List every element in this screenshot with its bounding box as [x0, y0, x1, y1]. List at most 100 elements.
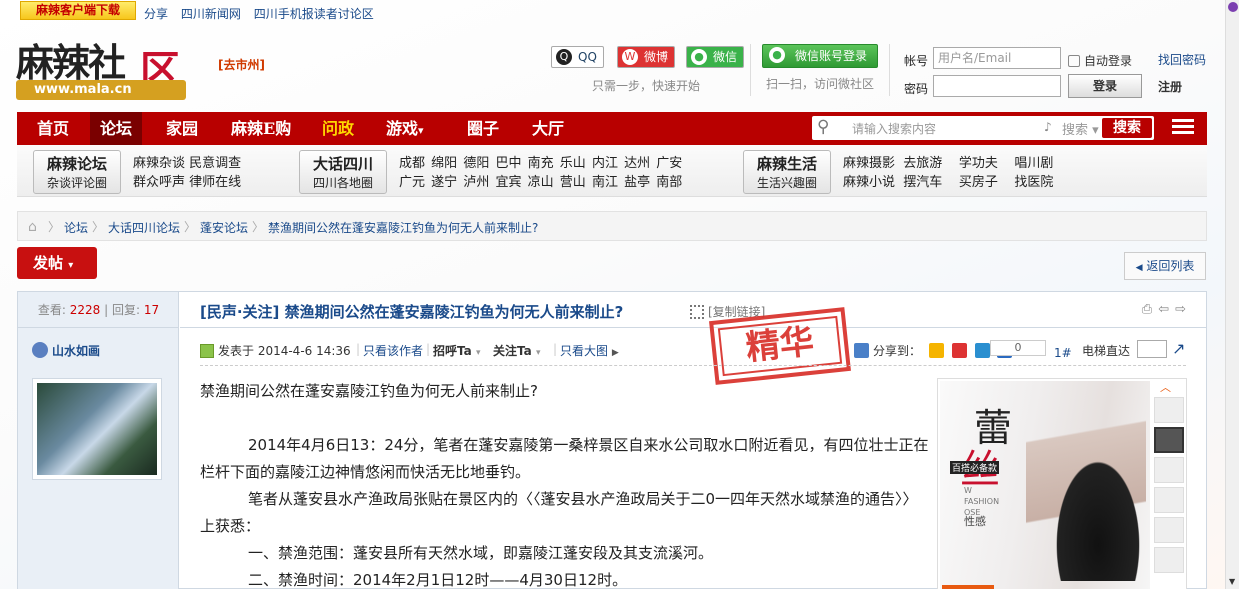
menu-icon[interactable] [1172, 119, 1194, 137]
sub-link[interactable]: 麻辣杂谈 民意调查 [133, 152, 241, 171]
city-links-row2[interactable]: 广元 遂宁 泸州 宜宾 凉山 营山 南江 盐亭 南部 [399, 171, 682, 190]
next-thread-icon[interactable]: ⇨ [1175, 302, 1192, 317]
floor-number[interactable]: 1# [1054, 346, 1072, 360]
cat-mala-life[interactable]: 麻辣生活 生活兴趣圈 [743, 150, 831, 194]
online-status-icon [200, 344, 214, 358]
nav-circles[interactable]: 圈子 [457, 112, 509, 145]
previous-thread-icon[interactable]: ⇦ [1158, 302, 1175, 317]
weixin-login-button[interactable]: ● 微信 [686, 46, 745, 68]
top-strip: 麻辣客户端下载 分享 四川新闻网 四川手机报读者讨论区 [0, 0, 1225, 24]
site-logo[interactable]: 麻辣社 区 www.mala.cn [16, 32, 188, 104]
ad-caption: 性感 [964, 515, 986, 528]
find-password-link[interactable]: 找回密码 [1158, 51, 1206, 68]
register-link[interactable]: 注册 [1158, 78, 1182, 95]
follow-button[interactable]: 关注Ta ▾ [493, 342, 540, 359]
author-name[interactable]: 山水如画 [32, 342, 100, 359]
city-switch-link[interactable]: [去市州] [218, 56, 265, 73]
qr-code-icon [690, 305, 704, 319]
ad-thumbnails [1152, 393, 1186, 589]
breadcrumb-current[interactable]: 禁渔期间公然在蓬安嘉陵江钓鱼为何无人前来制止? [268, 219, 538, 236]
account-input[interactable]: 用户名/Email [933, 47, 1061, 69]
checkbox-icon[interactable] [1068, 55, 1080, 67]
avatar-image [37, 383, 157, 475]
auto-login-label: 自动登录 [1084, 54, 1133, 68]
ad-thumbnail[interactable] [1154, 457, 1184, 483]
ad-thumbnail[interactable] [1154, 547, 1184, 573]
search-type-select[interactable]: 搜索 ▾ [1062, 119, 1099, 138]
search-box[interactable]: ⚲ 请输入搜索内容 ♪ 搜索 ▾ 搜索 [812, 116, 1154, 140]
back-to-list-button[interactable]: ◀ 返回列表 [1124, 252, 1206, 280]
big-image-link[interactable]: 只看大图 ▶ [560, 342, 619, 359]
client-download-button[interactable]: 麻辣客户端下载 [20, 1, 136, 20]
weibo-login-button[interactable]: W 微博 [617, 46, 676, 68]
account-label: 帐号 [904, 54, 929, 68]
thread-title[interactable]: [民声·关注] 禁渔期间公然在蓬安嘉陵江钓鱼为何无人前来制止? [200, 301, 623, 322]
ad-image[interactable]: 蕾 丝 百搭必备款 W FASHION OSE 性感 [940, 381, 1150, 589]
plus-icon [854, 343, 869, 358]
ad-thumbnail[interactable] [1154, 397, 1184, 423]
nav-eshop[interactable]: 麻辣E购 [221, 112, 301, 145]
scnews-link[interactable]: 四川新闻网 [181, 7, 241, 21]
qq-login-button[interactable]: Q QQ [551, 46, 604, 68]
chevron-left-icon: ◀ [1135, 263, 1143, 273]
cat-title: 麻辣论坛 [46, 155, 107, 173]
elevator-go-icon[interactable]: ↗ [1172, 339, 1185, 358]
password-input[interactable] [933, 75, 1061, 97]
cat-dahua-sichuan[interactable]: 大话四川 四川各地圈 [299, 150, 387, 194]
post-paragraph: 2014年4月6日13：24分，笔者在蓬安嘉陵第一桑梓景区自来水公司取水口附近看… [200, 436, 929, 481]
breadcrumb-separator: 〉 [184, 220, 197, 234]
qq-label: QQ [578, 50, 597, 64]
weixin-label: 微信 [713, 50, 738, 64]
avatar[interactable] [32, 378, 162, 480]
search-button[interactable]: 搜索 [1102, 118, 1152, 138]
auto-login-checkbox[interactable]: 自动登录 [1068, 52, 1132, 69]
views-count: 2228 [69, 303, 101, 317]
scroll-thumb[interactable] [1228, 2, 1238, 12]
nav-home-space[interactable]: 家园 [156, 112, 208, 145]
ad-thumbnail[interactable] [1154, 517, 1184, 543]
replies-count: 17 [143, 303, 160, 317]
sub-link[interactable]: 麻辣摄影 去旅游 学功夫 唱川剧 [843, 152, 1053, 171]
mobile-reader-link[interactable]: 四川手机报读者讨论区 [254, 7, 374, 21]
ad-thumbnail[interactable] [1154, 487, 1184, 513]
user-icon [32, 342, 48, 358]
only-author-link[interactable]: 只看该作者 [363, 342, 423, 359]
post-paragraph: 笔者从蓬安县水产渔政局张贴在景区内的〈〈蓬安县水产渔政局关于二0一四年天然水域禁… [200, 490, 918, 535]
sub-link[interactable]: 群众呼声 律师在线 [133, 171, 241, 190]
nav-games[interactable]: 游戏▾ [376, 112, 434, 145]
nav-games-label: 游戏 [386, 119, 419, 138]
search-input[interactable]: 请输入搜索内容 [852, 120, 936, 137]
breadcrumb-forum[interactable]: 论坛 [64, 219, 88, 236]
login-button[interactable]: 登录 [1068, 74, 1142, 98]
cat-mala-forum[interactable]: 麻辣论坛 杂谈评论圈 [33, 150, 121, 194]
divider [889, 44, 890, 96]
home-icon[interactable]: ⌂ [28, 219, 44, 235]
greet-button[interactable]: 招呼Ta ▾ [433, 342, 480, 359]
elevator-label: 电梯直达 [1082, 344, 1131, 358]
weibo-share-icon[interactable] [951, 343, 967, 358]
city-links-row1[interactable]: 成都 绵阳 德阳 巴中 南充 乐山 内江 达州 广安 [399, 152, 682, 171]
elevator-input[interactable] [1137, 340, 1167, 358]
wechat-account-login-button[interactable]: ● 微信账号登录 [762, 44, 878, 68]
ad-thumbnail-selected[interactable] [1154, 427, 1184, 453]
vertical-scrollbar[interactable]: ▼ [1225, 0, 1239, 589]
share-link[interactable]: 分享 [144, 7, 168, 21]
microphone-icon[interactable]: ♪ [1044, 120, 1052, 134]
breadcrumb-dahua[interactable]: 大话四川论坛 [108, 219, 180, 236]
cat-title: 麻辣生活 [756, 155, 817, 173]
new-post-button[interactable]: 发帖 ▾ [17, 247, 97, 279]
nav-wenzheng[interactable]: 问政 [312, 112, 364, 145]
ad-banner[interactable]: 蕾 丝 百搭必备款 W FASHION OSE 性感 ︿ [937, 378, 1187, 589]
password-label: 密码 [904, 82, 929, 96]
qzone-icon[interactable] [928, 343, 944, 358]
sub-link[interactable]: 麻辣小说 摆汽车 买房子 找医院 [843, 171, 1053, 190]
nav-home[interactable]: 首页 [27, 112, 79, 145]
new-post-label: 发帖 [33, 254, 64, 272]
tencent-weibo-icon[interactable] [974, 343, 990, 358]
nav-forum[interactable]: 论坛 [90, 112, 143, 145]
logo-url: www.mala.cn [16, 80, 186, 100]
scroll-down-arrow-icon[interactable]: ▼ [1229, 577, 1235, 586]
print-icon[interactable]: ⎙ [1142, 302, 1158, 317]
nav-hall[interactable]: 大厅 [522, 112, 574, 145]
breadcrumb-pengan[interactable]: 蓬安论坛 [200, 219, 248, 236]
